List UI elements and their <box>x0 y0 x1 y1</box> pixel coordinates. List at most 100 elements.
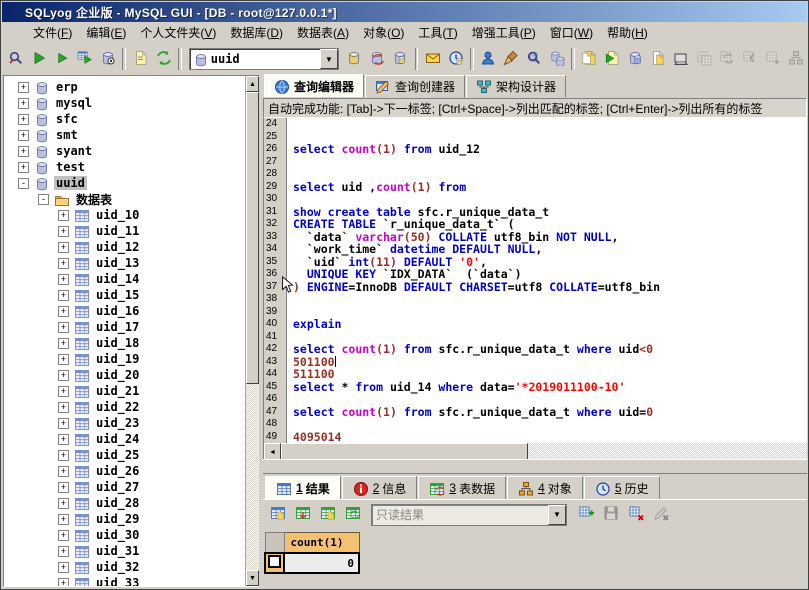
menu-E[interactable]: 编辑(E) <box>79 24 133 42</box>
code-line-43[interactable]: 501100 <box>293 356 807 369</box>
user-manager-button[interactable] <box>477 46 500 72</box>
create-database-button[interactable] <box>343 46 366 72</box>
tree-item-uid_29[interactable]: + uid_29 <box>4 511 245 527</box>
tree-item-uid_10[interactable]: + uid_10 <box>4 207 245 223</box>
tree-item-uid_16[interactable]: + uid_16 <box>4 303 245 319</box>
job-scheduler-button[interactable] <box>444 46 467 72</box>
expand-toggle[interactable]: + <box>58 546 69 557</box>
code-line-26[interactable]: select count(1) from uid_12 <box>293 143 807 156</box>
code-line-37[interactable]: ) ENGINE=InnoDB DEFAULT CHARSET=utf8 COL… <box>293 281 807 294</box>
expand-toggle[interactable]: + <box>58 258 69 269</box>
expand-toggle[interactable]: + <box>58 498 69 509</box>
expand-toggle[interactable]: + <box>58 274 69 285</box>
tree-item-uid_31[interactable]: + uid_31 <box>4 543 245 559</box>
tree-item-uid_20[interactable]: + uid_20 <box>4 367 245 383</box>
expand-toggle[interactable]: + <box>58 370 69 381</box>
expand-toggle[interactable]: + <box>18 162 29 173</box>
code-line-45[interactable]: select * from uid_14 where data='*201901… <box>293 381 807 394</box>
menu-P[interactable]: 增强工具(P) <box>465 24 543 42</box>
expand-toggle[interactable]: + <box>58 482 69 493</box>
expand-toggle[interactable]: + <box>18 130 29 141</box>
expand-toggle[interactable]: + <box>18 82 29 93</box>
manage-indexes-button[interactable] <box>389 46 412 72</box>
expand-toggle[interactable]: + <box>58 322 69 333</box>
email-result-button[interactable] <box>421 46 444 72</box>
add-sql-favorite-button[interactable] <box>129 46 152 72</box>
menu-T[interactable]: 工具(T) <box>411 24 464 42</box>
row-selector[interactable] <box>265 553 284 573</box>
result-tab-表数据[interactable]: 3 表数据 <box>418 476 506 500</box>
export-rows-button[interactable] <box>315 502 340 528</box>
expand-toggle[interactable]: + <box>58 210 69 221</box>
tree-item-uid_32[interactable]: + uid_32 <box>4 559 245 575</box>
sql-code-area[interactable]: select count(1) from uid_12select uid ,c… <box>287 118 807 443</box>
tab-架构设计器[interactable]: 架构设计器 <box>466 75 566 98</box>
menu-V[interactable]: 个人文件夹(V) <box>133 24 223 42</box>
chevron-down-icon[interactable]: ▼ <box>320 49 338 69</box>
expand-toggle[interactable]: + <box>58 242 69 253</box>
expand-toggle[interactable]: + <box>58 578 69 587</box>
scroll-down-button[interactable]: ▼ <box>246 570 259 586</box>
execute-current-query-button[interactable] <box>51 46 74 72</box>
restore-database-button[interactable] <box>647 46 670 72</box>
code-line-39[interactable] <box>293 306 807 319</box>
refresh-result-button[interactable] <box>340 502 365 528</box>
tree-item-uid_22[interactable]: + uid_22 <box>4 399 245 415</box>
grid-cell[interactable]: 0 <box>284 553 359 573</box>
code-line-40[interactable]: explain <box>293 318 807 331</box>
expand-toggle[interactable]: + <box>58 562 69 573</box>
titlebar[interactable]: SQLyog 企业版 - MySQL GUI - [DB - root@127.… <box>2 2 807 22</box>
result-tab-对象[interactable]: 4 对象 <box>507 476 583 500</box>
execute-and-edit-result-button[interactable] <box>74 46 97 72</box>
menu-O[interactable]: 对象(O) <box>356 24 411 42</box>
tree-item-uid_21[interactable]: + uid_21 <box>4 383 245 399</box>
delete-row-button[interactable] <box>623 502 648 528</box>
expand-toggle[interactable]: + <box>58 418 69 429</box>
tree-item-smt[interactable]: + smt <box>4 127 245 143</box>
tree-item-uid_14[interactable]: + uid_14 <box>4 271 245 287</box>
code-line-49[interactable]: 4095014 <box>293 431 807 444</box>
tree-item-syant[interactable]: + syant <box>4 143 245 159</box>
result-tab-信息[interactable]: 2 信息 <box>342 476 418 500</box>
child-window-icon[interactable] <box>6 25 22 41</box>
expand-toggle[interactable]: + <box>58 338 69 349</box>
execute-query-button[interactable] <box>28 46 51 72</box>
tree-item-uid_11[interactable]: + uid_11 <box>4 223 245 239</box>
grid-column-header[interactable]: count(1) <box>284 533 359 554</box>
copy-table-button[interactable] <box>578 46 601 72</box>
preview-query-button[interactable] <box>97 46 120 72</box>
expand-toggle[interactable]: + <box>18 98 29 109</box>
connection-manager-button[interactable] <box>5 46 28 72</box>
tree-item-uid_30[interactable]: + uid_30 <box>4 527 245 543</box>
export-result-button[interactable] <box>265 502 290 528</box>
expand-toggle[interactable]: + <box>58 402 69 413</box>
tree-item-uid_12[interactable]: + uid_12 <box>4 239 245 255</box>
sql-editor[interactable]: 2425262728293031323334353637383940414243… <box>263 118 807 443</box>
tree-item-uid_13[interactable]: + uid_13 <box>4 255 245 271</box>
expand-toggle[interactable]: + <box>58 514 69 525</box>
add-row-button[interactable] <box>573 502 598 528</box>
tree-item-uid_27[interactable]: + uid_27 <box>4 479 245 495</box>
scroll-thumb[interactable] <box>246 92 259 384</box>
menu-W[interactable]: 窗口(W) <box>543 24 600 42</box>
expand-toggle[interactable]: + <box>18 146 29 157</box>
code-line-24[interactable] <box>293 118 807 131</box>
tree-item-uid_23[interactable]: + uid_23 <box>4 415 245 431</box>
code-line-42[interactable]: select count(1) from sfc.r_unique_data_t… <box>293 343 807 356</box>
scroll-up-button[interactable]: ▲ <box>246 76 259 92</box>
expand-toggle[interactable]: + <box>58 226 69 237</box>
refresh-object-browser-button[interactable] <box>152 46 175 72</box>
database-combobox[interactable]: uuid ▼ <box>189 48 339 70</box>
expand-toggle[interactable]: + <box>58 530 69 541</box>
horizontal-splitter[interactable] <box>263 459 807 474</box>
code-line-29[interactable]: select uid ,count(1) from <box>293 181 807 194</box>
tree-item-uid_19[interactable]: + uid_19 <box>4 351 245 367</box>
import-rows-button[interactable] <box>290 502 315 528</box>
menu-D[interactable]: 数据库(D) <box>223 24 290 42</box>
tree-item-mysql[interactable]: + mysql <box>4 95 245 111</box>
tree-item-数据表[interactable]: - 数据表 <box>4 191 245 207</box>
tree-item-uid_33[interactable]: + uid_33 <box>4 575 245 586</box>
expand-toggle[interactable]: + <box>58 354 69 365</box>
tree-item-uid_17[interactable]: + uid_17 <box>4 319 245 335</box>
tree-item-uid_28[interactable]: + uid_28 <box>4 495 245 511</box>
